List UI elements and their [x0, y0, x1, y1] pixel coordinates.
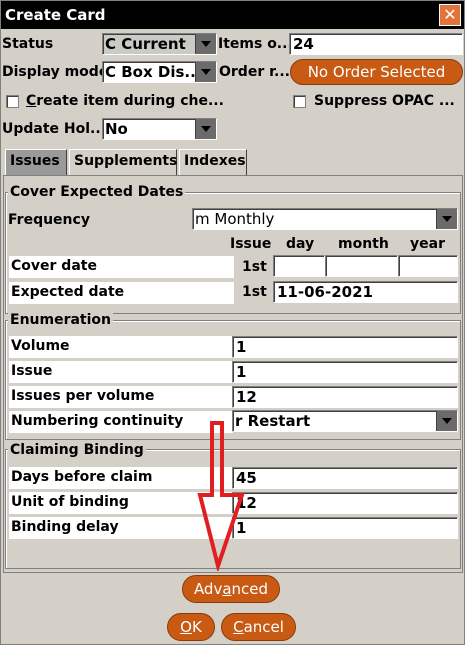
cancel-mnemonic: C [233, 618, 244, 636]
year-column-header: year [410, 236, 445, 252]
close-button[interactable]: ✕ [439, 4, 461, 26]
volume-label: Volume [9, 336, 233, 358]
create-item-mnemonic: C [26, 93, 37, 109]
chevron-down-icon[interactable] [195, 34, 216, 54]
display-mode-value: C Box Dis... [105, 63, 202, 81]
expected-date-field[interactable]: 11-06-2021 [273, 281, 458, 303]
days-before-claim-field[interactable]: 45 [232, 467, 458, 489]
numbering-continuity-select[interactable]: r Restart [232, 410, 458, 432]
status-label: Status [2, 36, 54, 52]
volume-field[interactable]: 1 [232, 336, 458, 358]
ok-text: K [191, 618, 202, 636]
cancel-button[interactable]: Cancel [221, 613, 296, 641]
cover-year-field[interactable] [398, 255, 458, 277]
cover-group-title: Cover Expected Dates [8, 184, 186, 200]
create-item-label: Create item during che... [26, 93, 224, 109]
suppress-opac-label: Suppress OPAC ... [314, 93, 455, 109]
items-field[interactable]: 24 [289, 33, 463, 55]
title-bar: Create Card ✕ [1, 1, 464, 29]
frequency-value: m Monthly [195, 210, 275, 228]
create-item-text: reate item during che... [36, 93, 224, 109]
issue-text: Issue [11, 363, 53, 379]
frequency-label: Frequency [8, 212, 90, 228]
unit-of-binding-field[interactable]: 12 [232, 492, 458, 514]
binding-delay-text: Binding delay [11, 519, 119, 535]
frequency-select[interactable]: m Monthly [192, 208, 458, 230]
update-holdings-value: No [105, 120, 128, 138]
expected-date-text: Expected date [11, 284, 125, 300]
display-mode-select[interactable]: C Box Dis... [102, 61, 217, 83]
suppress-opac-checkbox[interactable] [293, 95, 306, 108]
cover-day-field[interactable] [273, 255, 325, 277]
annotation-arrow-shape [197, 421, 245, 571]
status-value: C Current [105, 35, 186, 53]
chevron-down-icon[interactable] [436, 411, 457, 431]
ok-button[interactable]: OK [167, 613, 215, 641]
close-icon: ✕ [443, 5, 457, 24]
cover-date-text: Cover date [11, 258, 97, 274]
chevron-down-icon[interactable] [195, 62, 216, 82]
cancel-text: ancel [243, 618, 284, 636]
expected-date-label: Expected date [9, 282, 234, 304]
cover-date-label: Cover date [9, 256, 234, 278]
cover-date-issue: 1st [242, 259, 267, 275]
numbering-continuity-text: Numbering continuity [11, 413, 184, 429]
expected-date-issue: 1st [242, 284, 267, 300]
dialog-title: Create Card [5, 6, 106, 24]
display-mode-label: Display mode [2, 64, 109, 80]
month-column-header: month [338, 236, 389, 252]
status-select[interactable]: C Current [102, 33, 217, 55]
annotation-arrow [197, 421, 245, 571]
claiming-group-title: Claiming Binding [8, 442, 146, 458]
issue-field[interactable]: 1 [232, 361, 458, 383]
order-select-button[interactable]: No Order Selected [290, 59, 463, 85]
create-item-checkbox[interactable] [6, 95, 19, 108]
items-label: Items o... [218, 36, 293, 52]
update-holdings-select[interactable]: No [102, 118, 217, 140]
update-holdings-label: Update Hol... [2, 121, 107, 137]
cover-month-field[interactable] [325, 255, 398, 277]
advanced-text-a: Adv [193, 580, 223, 598]
day-column-header: day [286, 236, 315, 252]
issue-label: Issue [9, 361, 233, 383]
create-card-dialog: Create Card ✕ Status C Current Items o..… [0, 0, 465, 645]
issues-per-volume-field[interactable]: 12 [232, 386, 458, 408]
chevron-down-icon[interactable] [436, 209, 457, 229]
volume-text: Volume [11, 338, 70, 354]
issues-per-volume-label: Issues per volume [9, 386, 233, 408]
ok-mnemonic: O [180, 618, 192, 636]
issue-column-header: Issue [230, 236, 272, 252]
binding-delay-field[interactable]: 1 [232, 517, 458, 539]
advanced-button[interactable]: Advanced [182, 575, 280, 603]
tab-supplements[interactable]: Supplements [69, 149, 177, 175]
unit-of-binding-text: Unit of binding [11, 494, 129, 510]
advanced-text-b: nced [231, 580, 269, 598]
chevron-down-icon[interactable] [195, 119, 216, 139]
order-label: Order r... [219, 64, 290, 80]
tab-issues[interactable]: Issues [5, 149, 67, 175]
days-before-claim-text: Days before claim [11, 469, 153, 485]
enumeration-group-title: Enumeration [8, 312, 114, 328]
tab-indexes[interactable]: Indexes [179, 149, 247, 175]
advanced-mnemonic: a [222, 580, 232, 598]
issues-per-volume-text: Issues per volume [11, 388, 155, 404]
